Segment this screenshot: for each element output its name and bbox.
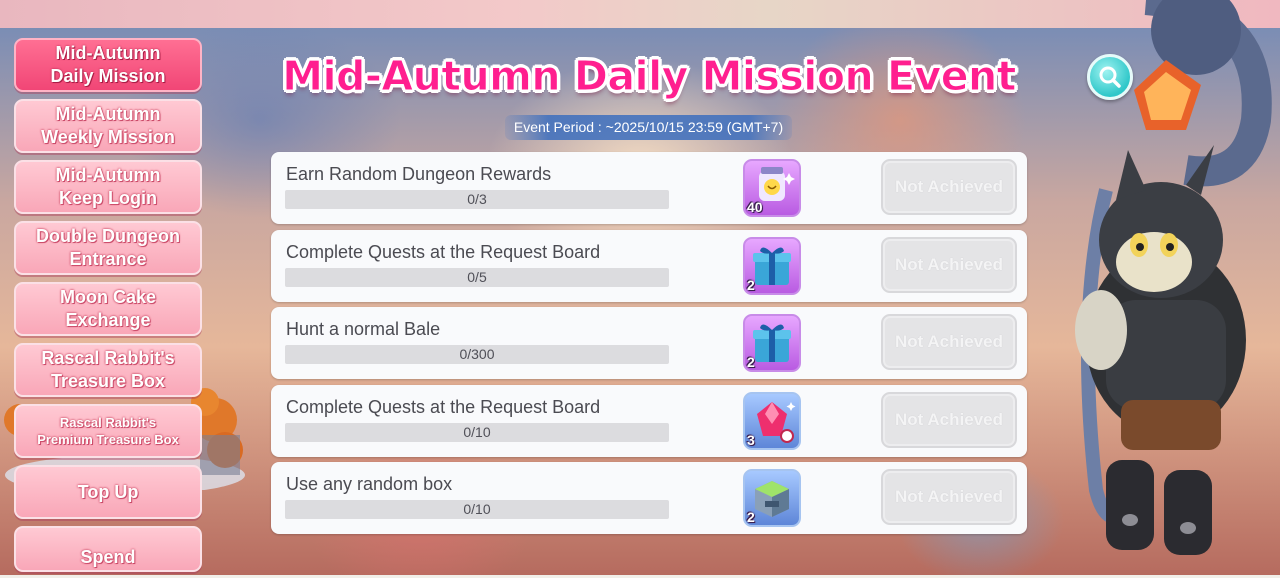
claim-status-button[interactable]: Not Achieved	[881, 159, 1017, 215]
sidebar-item-mid-autumn-keep-login[interactable]: Mid-Autumn Keep Login	[14, 160, 202, 214]
sidebar-item-spend[interactable]: Spend	[14, 526, 202, 572]
sidebar-item-rascal-rabbit-premium-treasure-box[interactable]: Rascal Rabbit's Premium Treasure Box	[14, 404, 202, 458]
mission-name: Earn Random Dungeon Rewards	[286, 164, 552, 184]
mission-name: Complete Quests at the Request Board	[286, 396, 601, 417]
mission-progress-bar: 0/3	[285, 190, 669, 209]
mission-progress-bar: 0/10	[285, 500, 669, 519]
mission-progress-text: 0/3	[467, 191, 487, 207]
reward-quantity: 2	[747, 354, 755, 370]
mission-name: Complete Quests at the Request Board	[286, 241, 601, 262]
mission-progress-text: 0/300	[459, 346, 495, 362]
sidebar-item-double-dungeon-entrance[interactable]: Double Dungeon Entrance	[14, 221, 202, 275]
mission-row: Hunt a normal Bale 0/300 2 Not Achieved	[271, 307, 1027, 379]
sidebar-item-label: Moon Cake Exchange	[59, 287, 156, 330]
sidebar-item-top-up[interactable]: Top Up	[14, 465, 202, 519]
claim-status-button[interactable]: Not Achieved	[881, 469, 1017, 525]
sidebar-item-label: Top Up	[77, 481, 139, 502]
mission-progress-bar: 0/5	[285, 267, 669, 287]
reward-quantity: 2	[747, 276, 755, 293]
mission-row: Complete Quests at the Request Board 0/5…	[271, 229, 1027, 302]
cat-character-illustration	[1075, 0, 1272, 555]
event-sidebar: Mid-Autumn Daily Mission Mid-Autumn Week…	[14, 38, 202, 572]
reward-quantity: 3	[747, 431, 755, 448]
sidebar-item-label: Rascal Rabbit's Premium Treasure Box	[37, 415, 179, 447]
sidebar-item-label: Mid-Autumn Weekly Mission	[41, 104, 175, 147]
mission-progress-bar: 0/10	[285, 422, 669, 442]
sidebar-item-label: Rascal Rabbit's Treasure Box	[41, 348, 175, 391]
sidebar-item-label: Double Dungeon Entrance	[36, 226, 180, 269]
mission-progress-text: 0/5	[467, 268, 487, 285]
mission-reward[interactable]: 2	[743, 236, 801, 295]
mission-progress-text: 0/10	[463, 501, 491, 517]
mission-reward[interactable]: 3	[743, 391, 801, 450]
mission-name: Hunt a normal Bale	[286, 319, 441, 339]
mission-row: Complete Quests at the Request Board 0/1…	[271, 384, 1027, 457]
sidebar-item-label: Mid-Autumn Daily Mission	[50, 43, 166, 86]
sidebar-item-mid-autumn-weekly-mission[interactable]: Mid-Autumn Weekly Mission	[14, 99, 202, 153]
claim-status-button[interactable]: Not Achieved	[881, 236, 1017, 293]
reward-quantity: 40	[747, 199, 763, 215]
page-title: Mid-Autumn Daily Mission Event	[282, 52, 1017, 101]
mission-reward[interactable]: 2	[743, 469, 801, 527]
sidebar-item-moon-cake-exchange[interactable]: Moon Cake Exchange	[14, 282, 202, 336]
reward-quantity: 2	[747, 509, 755, 525]
mission-reward[interactable]: 40	[743, 159, 801, 217]
claim-status-button[interactable]: Not Achieved	[881, 391, 1017, 448]
sidebar-item-mid-autumn-daily-mission[interactable]: Mid-Autumn Daily Mission	[14, 38, 202, 92]
mission-reward[interactable]: 2	[743, 314, 801, 372]
claim-status-button[interactable]: Not Achieved	[881, 314, 1017, 370]
sidebar-item-label: Spend	[80, 546, 136, 567]
mission-progress-text: 0/10	[463, 423, 491, 440]
mission-progress-bar: 0/300	[285, 345, 669, 364]
mission-row: Use any random box 0/10 2 Not Achieved	[271, 462, 1027, 534]
mission-row: Earn Random Dungeon Rewards 0/3 40 Not A…	[271, 152, 1027, 224]
event-period: Event Period : ~2025/10/15 23:59 (GMT+7)	[505, 115, 792, 140]
sidebar-item-label: Mid-Autumn Keep Login	[55, 165, 161, 208]
mission-list: Earn Random Dungeon Rewards 0/3 40 Not A…	[271, 152, 1027, 540]
mission-name: Use any random box	[286, 474, 453, 494]
sidebar-item-rascal-rabbit-treasure-box[interactable]: Rascal Rabbit's Treasure Box	[14, 343, 202, 397]
